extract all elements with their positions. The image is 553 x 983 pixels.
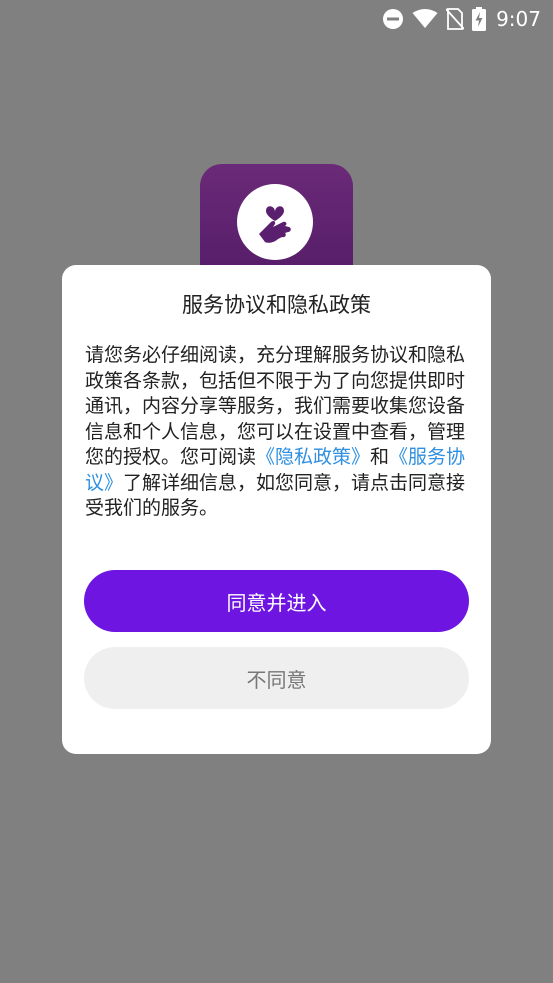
agree-button[interactable]: 同意并进入 <box>84 570 469 632</box>
dialog-body: 请您务必仔细阅读，充分理解服务协议和隐私政策各条款，包括但不限于为了向您提供即时… <box>85 343 471 522</box>
wifi-icon <box>412 9 438 29</box>
dialog-title: 服务协议和隐私政策 <box>182 293 371 317</box>
status-icons: 9:07 <box>382 6 541 32</box>
logo-circle <box>237 184 313 260</box>
body-text-2: 了解详细信息，如您同意，请点击同意接受我们的服务。 <box>85 471 466 520</box>
body-and-text: 和 <box>370 446 390 468</box>
finger-heart-icon <box>259 206 291 243</box>
status-bar: 9:07 <box>0 0 553 38</box>
no-sim-icon <box>446 8 465 30</box>
battery-charging-icon <box>472 7 487 31</box>
status-time: 9:07 <box>496 7 541 31</box>
privacy-policy-link[interactable]: 《隐私政策》 <box>256 446 370 468</box>
privacy-dialog: 服务协议和隐私政策 请您务必仔细阅读，充分理解服务协议和隐私政策各条款，包括但不… <box>62 265 491 754</box>
do-not-disturb-icon <box>382 8 404 30</box>
disagree-button[interactable]: 不同意 <box>84 647 469 709</box>
